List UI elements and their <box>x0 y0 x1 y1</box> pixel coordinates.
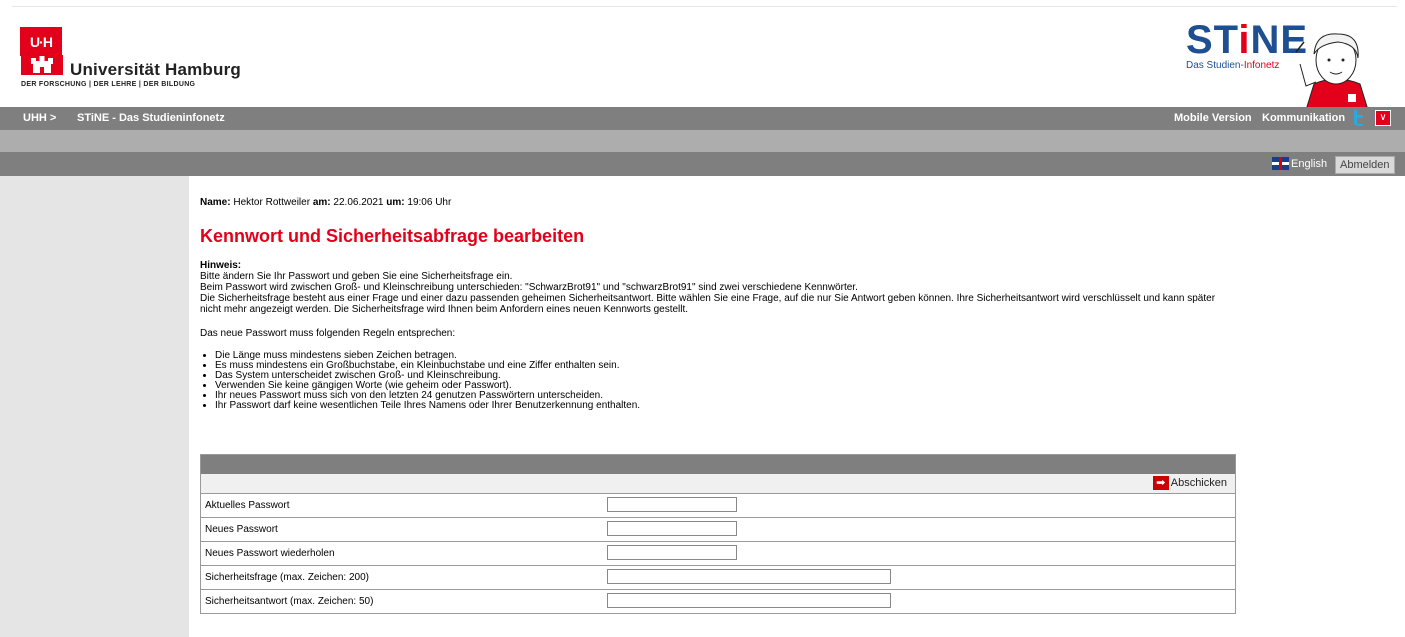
university-name: Universität Hamburg <box>70 60 242 79</box>
left-sidebar <box>0 176 189 637</box>
chevron-down-icon[interactable]: ∨ <box>1375 110 1391 126</box>
uhh-castle-icon <box>21 55 63 75</box>
uhh-logo-box: U·H <box>20 27 62 56</box>
form-row-security-question: Sicherheitsfrage (max. Zeichen: 200) <box>201 566 1235 590</box>
form-row-security-answer: Sicherheitsantwort (max. Zeichen: 50) <box>201 590 1235 613</box>
university-tagline: DER FORSCHUNG | DER LEHRE | DER BILDUNG <box>21 81 196 88</box>
mascot-illustration <box>1286 24 1386 111</box>
security-answer-input[interactable] <box>607 593 891 608</box>
form-row-current-password: Aktuelles Passwort <box>201 494 1235 518</box>
user-info: Name: Hektor Rottweiler am: 22.06.2021 u… <box>200 197 452 208</box>
rules-intro: Das neue Passwort muss folgenden Regeln … <box>200 328 456 339</box>
hint-line: Die Sicherheitsfrage besteht aus einer F… <box>200 293 1216 315</box>
breadcrumb-uhh[interactable]: UHH > <box>23 112 56 124</box>
communication-link[interactable]: Kommunikation <box>1262 112 1345 124</box>
field-label: Sicherheitsfrage (max. Zeichen: 200) <box>205 572 369 583</box>
field-label: Neues Passwort wiederholen <box>205 548 335 559</box>
main-navbar: UHH > STiNE - Das Studieninfonetz Mobile… <box>0 107 1405 130</box>
language-label: English <box>1291 157 1328 170</box>
submit-label: Abschicken <box>1170 477 1227 489</box>
breadcrumb-stine[interactable]: STiNE - Das Studieninfonetz <box>77 112 225 124</box>
logout-button[interactable]: Abmelden <box>1335 156 1395 174</box>
field-label: Neues Passwort <box>205 524 278 535</box>
form-action-row: ➡ Abschicken <box>201 474 1235 494</box>
secondary-navbar <box>0 130 1405 152</box>
mobile-version-link[interactable]: Mobile Version <box>1174 112 1252 124</box>
current-password-input[interactable] <box>607 497 737 512</box>
hint-line: Bitte ändern Sie Ihr Passwort und geben … <box>200 271 513 282</box>
list-item: Ihr Passwort darf keine wesentlichen Tei… <box>215 401 640 411</box>
password-form: ➡ Abschicken Aktuelles Passwort Neues Pa… <box>200 454 1236 614</box>
hint-title: Hinweis: <box>200 260 242 271</box>
form-row-new-password: Neues Passwort <box>201 518 1235 542</box>
uk-flag-icon <box>1272 157 1289 170</box>
hint-block: Hinweis: Bitte ändern Sie Ihr Passwort u… <box>200 260 1230 315</box>
field-label: Sicherheitsantwort (max. Zeichen: 50) <box>205 596 374 607</box>
page-title: Kennwort und Sicherheitsabfrage bearbeit… <box>200 226 585 246</box>
field-label: Aktuelles Passwort <box>205 500 290 511</box>
uhh-logo[interactable]: U·H <box>20 27 62 56</box>
form-header <box>201 455 1235 474</box>
form-row-repeat-password: Neues Passwort wiederholen <box>201 542 1235 566</box>
repeat-password-input[interactable] <box>607 545 737 560</box>
top-divider <box>12 6 1397 7</box>
submit-button[interactable]: ➡ Abschicken <box>1152 476 1227 490</box>
tertiary-navbar <box>0 152 1405 176</box>
password-rules-list: Die Länge muss mindestens sieben Zeichen… <box>200 351 640 411</box>
language-switch[interactable]: English <box>1272 157 1327 170</box>
arrow-right-icon: ➡ <box>1152 476 1169 490</box>
twitter-icon[interactable] <box>1351 109 1365 127</box>
new-password-input[interactable] <box>607 521 737 536</box>
security-question-input[interactable] <box>607 569 891 584</box>
hint-line: Beim Passwort wird zwischen Groß- und Kl… <box>200 282 858 293</box>
